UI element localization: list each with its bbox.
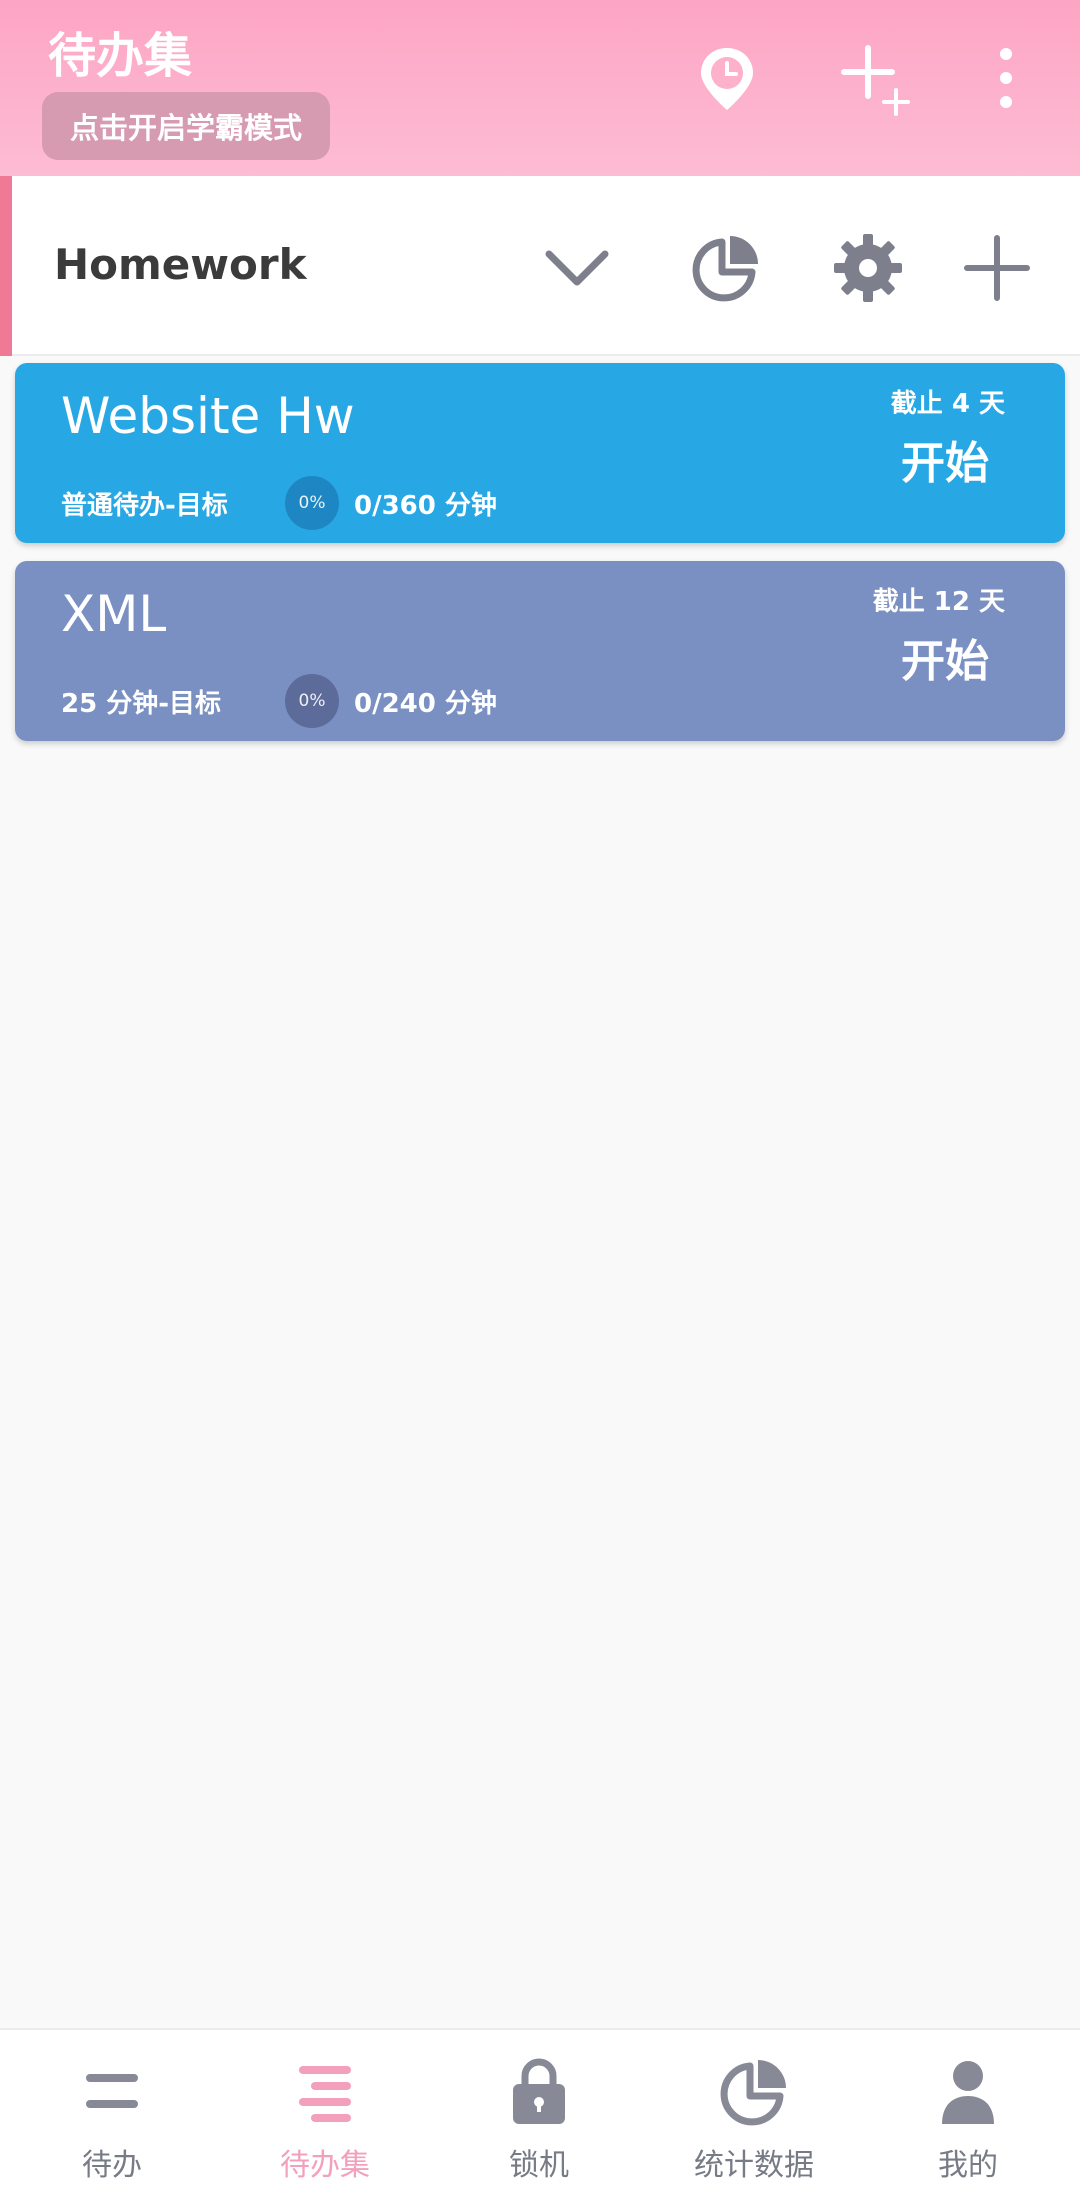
list-icon xyxy=(72,2052,152,2132)
pie-chart-icon[interactable] xyxy=(686,228,766,308)
group-bar[interactable]: Homework xyxy=(0,176,1080,356)
task-card[interactable]: XML 25 分钟-目标 0% 0/240 分钟 截止 12 天 开始 xyxy=(15,561,1065,741)
more-vert-icon[interactable] xyxy=(966,38,1046,118)
nav-label: 待办 xyxy=(82,2148,142,2183)
add-multiple-icon[interactable] xyxy=(834,38,914,118)
nav-item-stats[interactable]: 统计数据 xyxy=(646,2030,862,2194)
page-title: 待办集 xyxy=(48,28,193,84)
plus-icon[interactable] xyxy=(957,228,1037,308)
task-type: 25 分钟-目标 xyxy=(61,689,222,719)
location-clock-icon[interactable] xyxy=(687,38,767,118)
task-progress: 0/360 分钟 xyxy=(354,491,497,521)
bottom-nav: 待办 待办集 锁机 统计数据 我的 xyxy=(0,2028,1080,2194)
group-name: Homework xyxy=(54,240,307,289)
app-header: 待办集 点击开启学霸模式 xyxy=(0,0,1080,176)
study-mode-button[interactable]: 点击开启学霸模式 xyxy=(42,92,330,160)
task-progress: 0/240 分钟 xyxy=(354,689,497,719)
progress-percent: 0% xyxy=(285,674,339,728)
chevron-down-icon[interactable] xyxy=(537,228,617,308)
nav-item-todo[interactable]: 待办 xyxy=(4,2030,220,2194)
nav-label: 我的 xyxy=(938,2148,998,2183)
task-deadline: 截止 4 天 xyxy=(890,389,1005,419)
task-name: XML xyxy=(61,585,167,643)
nav-item-mine[interactable]: 我的 xyxy=(860,2030,1076,2194)
nav-label: 统计数据 xyxy=(694,2148,814,2183)
progress-percent: 0% xyxy=(285,476,339,530)
task-type: 普通待办-目标 xyxy=(61,491,228,521)
task-name: Website Hw xyxy=(61,387,355,445)
list-set-icon xyxy=(285,2052,365,2132)
task-deadline: 截止 12 天 xyxy=(872,587,1005,617)
group-accent xyxy=(0,176,12,356)
start-button[interactable]: 开始 xyxy=(901,427,989,491)
start-button[interactable]: 开始 xyxy=(901,625,989,689)
nav-item-lock[interactable]: 锁机 xyxy=(431,2030,647,2194)
nav-label: 锁机 xyxy=(509,2148,569,2183)
lock-icon xyxy=(499,2052,579,2132)
pie-chart-icon xyxy=(714,2052,794,2132)
nav-label: 待办集 xyxy=(280,2148,370,2183)
gear-icon[interactable] xyxy=(828,228,908,308)
task-card[interactable]: Website Hw 普通待办-目标 0% 0/360 分钟 截止 4 天 开始 xyxy=(15,363,1065,543)
nav-item-todo-set[interactable]: 待办集 xyxy=(217,2030,433,2194)
person-icon xyxy=(928,2052,1008,2132)
